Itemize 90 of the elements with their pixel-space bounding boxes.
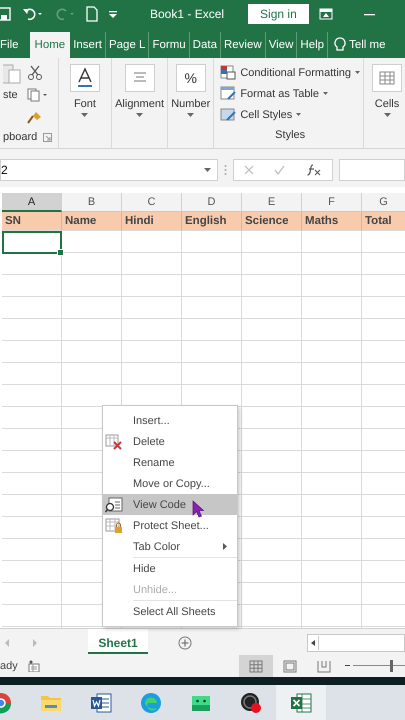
- caret-icon[interactable]: [136, 113, 144, 117]
- table-cell: SN: [2, 212, 62, 231]
- menu-item[interactable]: Hide: [103, 558, 237, 579]
- slider-thumb[interactable]: [390, 660, 393, 672]
- horizontal-scrollbar[interactable]: [307, 634, 405, 652]
- lightbulb-icon[interactable]: [334, 37, 346, 53]
- page-layout-view-icon: [283, 660, 297, 672]
- ribbon-command[interactable]: Cell Styles: [240, 108, 292, 120]
- sheet-tab[interactable]: Sheet1: [88, 629, 148, 654]
- group-button[interactable]: Cells: [374, 98, 400, 110]
- caret-icon[interactable]: [187, 113, 194, 117]
- ribbon-tab[interactable]: Insert: [70, 32, 105, 58]
- group-button[interactable]: Number: [171, 98, 210, 110]
- column-header[interactable]: F: [302, 193, 362, 212]
- column-header[interactable]: B: [62, 193, 122, 212]
- delete-icon: [105, 434, 123, 450]
- ribbon-display-icon[interactable]: [318, 8, 333, 20]
- name-box[interactable]: 2: [0, 159, 218, 181]
- ribbon-tab[interactable]: Home: [30, 32, 70, 58]
- window-title: Book1 - Excel: [150, 7, 224, 21]
- group-button[interactable]: Alignment: [115, 98, 164, 110]
- new-document-icon[interactable]: [86, 6, 98, 22]
- zoom-slider[interactable]: [345, 660, 405, 672]
- column-header[interactable]: D: [182, 193, 242, 212]
- caret-icon[interactable]: [355, 71, 360, 74]
- conditional-icon[interactable]: [220, 65, 236, 80]
- macro-recording-icon[interactable]: [28, 660, 40, 672]
- customize-toolbar-icon[interactable]: [108, 9, 118, 19]
- obs-app-icon: [239, 690, 263, 714]
- group-label: pboard: [3, 131, 38, 143]
- dialog-launcher-icon[interactable]: [43, 132, 52, 142]
- cellstyles-icon[interactable]: [220, 107, 236, 122]
- table-cell: Maths: [302, 212, 362, 231]
- submenu-arrow-icon: [223, 543, 227, 550]
- dropdown-icon[interactable]: [204, 168, 211, 172]
- column-header[interactable]: A: [2, 193, 62, 212]
- word-app-icon: [89, 690, 113, 714]
- table-cell: English: [182, 212, 242, 231]
- menu-item[interactable]: Tab Color: [103, 536, 237, 557]
- table-cell: Name: [62, 212, 122, 231]
- copy-icon[interactable]: [27, 88, 49, 102]
- status-text: ady: [0, 660, 18, 672]
- formula-input[interactable]: [339, 159, 405, 181]
- paste-label[interactable]: ste: [3, 89, 27, 101]
- menu-item[interactable]: View Code: [103, 494, 237, 515]
- edge-app-icon: [139, 690, 163, 714]
- menu-item[interactable]: Move or Copy...: [103, 473, 237, 494]
- protect-sheet-icon: [105, 518, 123, 534]
- menu-item[interactable]: Select All Sheets: [103, 601, 237, 622]
- table-cell: Science: [242, 212, 302, 231]
- group-button[interactable]: Font: [74, 98, 96, 110]
- cell-reference: 2: [1, 163, 8, 177]
- cells-icon[interactable]: [379, 71, 395, 85]
- view-code-icon: [105, 496, 123, 512]
- save-icon[interactable]: [0, 7, 12, 21]
- ribbon-command[interactable]: Conditional Formatting: [240, 66, 351, 78]
- active-cell[interactable]: [2, 231, 62, 254]
- menu-item[interactable]: Delete: [103, 431, 237, 452]
- redo-icon: [54, 7, 76, 21]
- format-painter-icon[interactable]: [27, 110, 43, 124]
- taskbar-button[interactable]: [276, 685, 326, 720]
- table-cell: Hindi: [122, 212, 182, 231]
- view-button[interactable]: [239, 655, 273, 677]
- fill-handle[interactable]: [57, 249, 64, 256]
- caret-icon[interactable]: [81, 113, 88, 117]
- menu-item[interactable]: Rename: [103, 452, 237, 473]
- normal-view-icon: [249, 660, 263, 672]
- tell-me-field[interactable]: Tell me: [349, 39, 386, 51]
- undo-icon[interactable]: [22, 7, 44, 21]
- column-header[interactable]: G: [362, 193, 405, 212]
- excel-app-icon: [289, 690, 313, 714]
- menu-item[interactable]: Insert...: [103, 410, 237, 431]
- caret-icon[interactable]: [296, 113, 302, 116]
- column-header[interactable]: C: [122, 193, 182, 212]
- column-header[interactable]: E: [242, 193, 302, 212]
- caret-icon[interactable]: [384, 113, 390, 117]
- caret-icon[interactable]: [323, 92, 328, 95]
- table-cell: Total: [362, 212, 405, 231]
- insert-function-icon[interactable]: [306, 163, 322, 177]
- grip-icon: [224, 164, 227, 176]
- page-break-view-icon: [317, 660, 331, 672]
- ribbon-command[interactable]: Format as Table: [240, 88, 319, 100]
- cut-icon[interactable]: [27, 65, 43, 81]
- menu-item[interactable]: Protect Sheet...: [103, 515, 237, 536]
- sign-in-button[interactable]: Sign in: [248, 4, 309, 24]
- table-icon[interactable]: [220, 86, 236, 101]
- mouse-cursor-icon: [192, 500, 204, 518]
- group-label: Styles: [275, 129, 306, 141]
- ribbon-tab[interactable]: File: [0, 32, 22, 58]
- add-sheet-icon[interactable]: [178, 636, 192, 650]
